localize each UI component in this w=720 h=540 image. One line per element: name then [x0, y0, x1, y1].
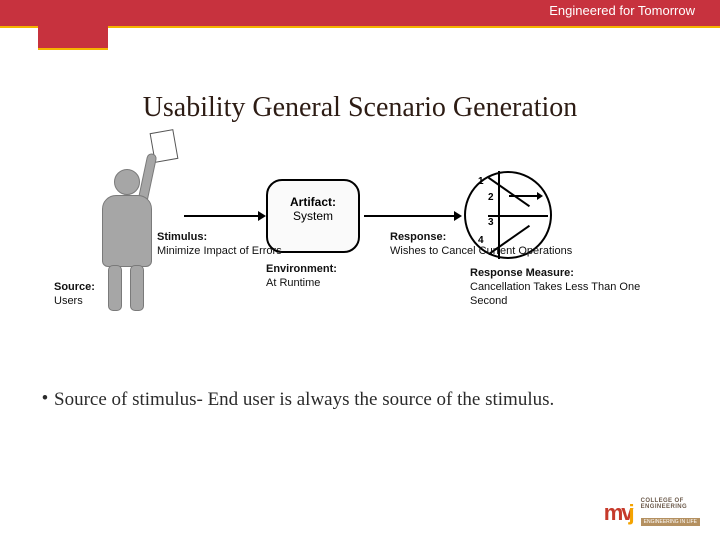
header-banner: Engineered for Tomorrow — [0, 0, 720, 52]
label-response: Response: Wishes to Cancel Current Opera… — [390, 231, 572, 259]
person-body — [102, 195, 152, 267]
stopwatch-hand — [509, 195, 537, 197]
logo-letters-mv: mv — [604, 500, 632, 525]
label-response-title: Response: — [390, 231, 572, 245]
label-stimulus-title: Stimulus: — [157, 231, 282, 245]
logo-text-block: COLLEGE OF ENGINEERING ENGINEERING IN LI… — [641, 498, 700, 528]
clock-number: 2 — [488, 192, 494, 203]
logo-band: ENGINEERING IN LIFE — [641, 518, 700, 526]
label-source: Source: Users — [54, 281, 95, 309]
artifact-value: System — [293, 209, 333, 223]
arrow-response — [364, 215, 454, 217]
label-stimulus: Stimulus: Minimize Impact of Errors — [157, 231, 282, 259]
header-tagline: Engineered for Tomorrow — [549, 3, 695, 18]
label-response-measure: Response Measure: Cancellation Takes Les… — [470, 267, 670, 308]
clock-number: 3 — [488, 217, 494, 228]
scenario-diagram: Artifact: System 1 2 3 4 Source: Users S… — [50, 135, 670, 355]
bullet-item: • Source of stimulus- End user is always… — [36, 388, 680, 413]
label-measure-value: Cancellation Takes Less Than One Second — [470, 281, 640, 307]
person-head — [114, 169, 140, 195]
logo-letter-j: j — [629, 500, 635, 525]
label-environment-value: At Runtime — [266, 277, 320, 289]
label-response-value: Wishes to Cancel Current Operations — [390, 245, 572, 257]
stopwatch-divider — [488, 215, 548, 217]
arrow-stimulus — [184, 215, 258, 217]
header-yellow-rule — [0, 26, 720, 28]
page-title: Usability General Scenario Generation — [0, 92, 720, 124]
logo-mark: mvj — [604, 500, 635, 526]
person-leg — [130, 265, 144, 311]
label-measure-title: Response Measure: — [470, 267, 670, 281]
label-stimulus-value: Minimize Impact of Errors — [157, 245, 282, 257]
person-leg — [108, 265, 122, 311]
footer-logo: mvj COLLEGE OF ENGINEERING ENGINEERING I… — [604, 498, 700, 528]
label-environment: Environment: At Runtime — [266, 263, 337, 291]
artifact-label: Artifact: — [268, 195, 358, 209]
clock-number: 1 — [478, 176, 484, 187]
label-source-title: Source: — [54, 281, 95, 295]
label-environment-title: Environment: — [266, 263, 337, 277]
label-source-value: Users — [54, 295, 83, 307]
logo-line-2: ENGINEERING — [641, 504, 700, 510]
bullet-marker: • — [36, 388, 54, 413]
header-notch — [38, 0, 108, 48]
bullet-text: Source of stimulus- End user is always t… — [54, 388, 554, 413]
